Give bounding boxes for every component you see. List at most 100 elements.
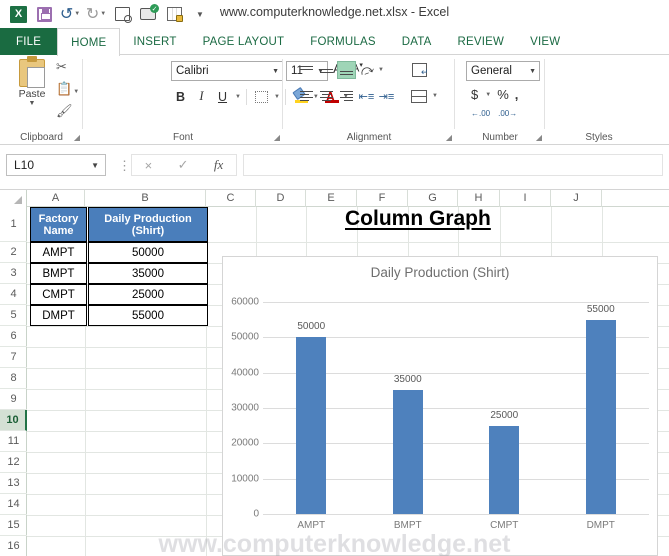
column-header-j[interactable]: J [551,190,602,207]
table-cell[interactable]: 35000 [88,263,208,284]
row-header-2[interactable]: 2 [0,242,27,263]
table-cell[interactable]: 55000 [88,305,208,326]
increase-decimal-button[interactable]: .00→ [498,109,517,118]
chart-bar[interactable] [489,425,520,514]
row-header-12[interactable]: 12 [0,452,27,473]
orientation-button[interactable]: ⤼ [357,60,376,79]
row-header-16[interactable]: 16 [0,536,27,556]
tab-insert[interactable]: INSERT [120,28,189,55]
row-header-15[interactable]: 15 [0,515,27,536]
font-name-value: Calibri [176,65,209,77]
align-center-button[interactable] [317,87,336,105]
clipboard-dialog-launcher[interactable]: ◢ [74,133,80,142]
middle-align-icon [320,65,333,76]
align-left-button[interactable] [297,87,316,105]
row-header-8[interactable]: 8 [0,368,27,389]
enter-icon[interactable]: ✓ [178,157,189,173]
tab-file[interactable]: FILE [0,28,58,55]
font-dialog-launcher[interactable]: ◢ [274,133,280,142]
row-header-1[interactable]: 1 [0,207,27,242]
row-header-4[interactable]: 4 [0,284,27,305]
row-header-13[interactable]: 13 [0,473,27,494]
row-header-10[interactable]: 10 [0,410,27,431]
table-cell[interactable]: BMPT [30,263,87,284]
tab-home[interactable]: HOME [57,28,121,56]
tab-view[interactable]: VIEW [517,28,573,55]
comma-style-button[interactable]: , [515,87,519,102]
table-cell[interactable]: DMPT [30,305,87,326]
tab-data[interactable]: DATA [389,28,445,55]
number-format-value: General [471,65,512,77]
underline-button[interactable]: U [213,87,232,106]
tab-formulas[interactable]: FORMULAS [297,28,389,55]
table-cell[interactable]: CMPT [30,284,87,305]
name-box[interactable]: L10 ▼ [6,154,106,176]
row-header-3[interactable]: 3 [0,263,27,284]
select-all-corner[interactable] [0,190,27,207]
tab-review[interactable]: REVIEW [445,28,518,55]
percent-style-button[interactable]: % [497,87,509,102]
chart-bar[interactable] [392,390,423,514]
table-header-cell[interactable]: Factory Name [30,207,87,242]
bottom-align-button[interactable] [337,61,356,79]
column-header-h[interactable]: H [458,190,500,207]
format-painter-button[interactable]: 🖌 [56,103,73,119]
row-header-7[interactable]: 7 [0,347,27,368]
increase-indent-button[interactable]: ⇥≡ [377,87,396,105]
font-name-input[interactable]: Calibri ▼ [171,61,283,81]
column-header-a[interactable]: A [27,190,85,207]
column-chart[interactable]: Daily Production (Shirt) 0 10000 20000 3000… [222,256,658,556]
cut-button[interactable]: ✂ [56,59,67,75]
chart-bar[interactable] [296,337,327,514]
row-header-9[interactable]: 9 [0,389,27,410]
table-cell[interactable]: 25000 [88,284,208,305]
chart-x-tick-label: BMPT [393,520,422,531]
formula-input[interactable] [243,154,663,176]
bold-button[interactable]: B [171,87,190,106]
wrap-text-button[interactable]: ↵ [408,60,430,80]
column-header-c[interactable]: C [206,190,256,207]
row-header-6[interactable]: 6 [0,326,27,347]
chevron-down-icon[interactable]: ▼ [274,94,280,100]
chevron-down-icon[interactable]: ▼ [432,93,438,99]
row-header-14[interactable]: 14 [0,494,27,515]
alignment-dialog-launcher[interactable]: ◢ [446,133,452,142]
column-header-e[interactable]: E [306,190,357,207]
copy-button[interactable]: 📋▼ [56,81,79,97]
table-header-cell[interactable]: Daily Production (Shirt) [88,207,208,242]
row-header-5[interactable]: 5 [0,305,27,326]
borders-button[interactable] [252,87,271,106]
cancel-icon[interactable]: × [145,158,153,173]
accounting-format-button[interactable]: $ [471,87,478,102]
merge-center-button[interactable] [408,86,430,106]
decrease-decimal-button[interactable]: ←.00 [471,109,490,118]
merge-center-icon [411,89,427,103]
chevron-down-icon[interactable]: ▼ [272,68,279,75]
chevron-down-icon[interactable]: ▼ [529,68,536,75]
chevron-down-icon[interactable]: ▼ [235,94,241,100]
align-right-button[interactable] [337,87,356,105]
paste-button[interactable]: Paste ▼ [10,56,54,107]
chevron-down-icon[interactable]: ▼ [10,100,54,107]
chart-y-tick-label: 0 [253,508,259,520]
table-cell[interactable]: AMPT [30,242,87,263]
row-header-11[interactable]: 11 [0,431,27,452]
column-header-b[interactable]: B [85,190,206,207]
middle-align-button[interactable] [317,61,336,79]
column-header-g[interactable]: G [408,190,458,207]
decrease-indent-button[interactable]: ⇤≡ [357,87,376,105]
chart-bar[interactable] [585,319,616,514]
top-align-button[interactable] [297,61,316,79]
italic-button[interactable]: I [192,87,211,106]
insert-function-icon[interactable]: fx [214,157,223,173]
table-cell[interactable]: 50000 [88,242,208,263]
column-header-f[interactable]: F [357,190,408,207]
number-format-select[interactable]: General ▼ [466,61,540,81]
tab-page-layout[interactable]: PAGE LAYOUT [190,28,298,55]
column-header-d[interactable]: D [256,190,306,207]
chevron-down-icon[interactable]: ▼ [378,67,384,73]
chevron-down-icon[interactable]: ▼ [485,92,491,98]
title-bar: X ↺ ▼ ↻ ▼ ✓ ▼ www.computerknowledge.net.xl… [0,0,669,28]
chevron-down-icon[interactable]: ▼ [91,161,99,170]
column-header-i[interactable]: I [500,190,551,207]
